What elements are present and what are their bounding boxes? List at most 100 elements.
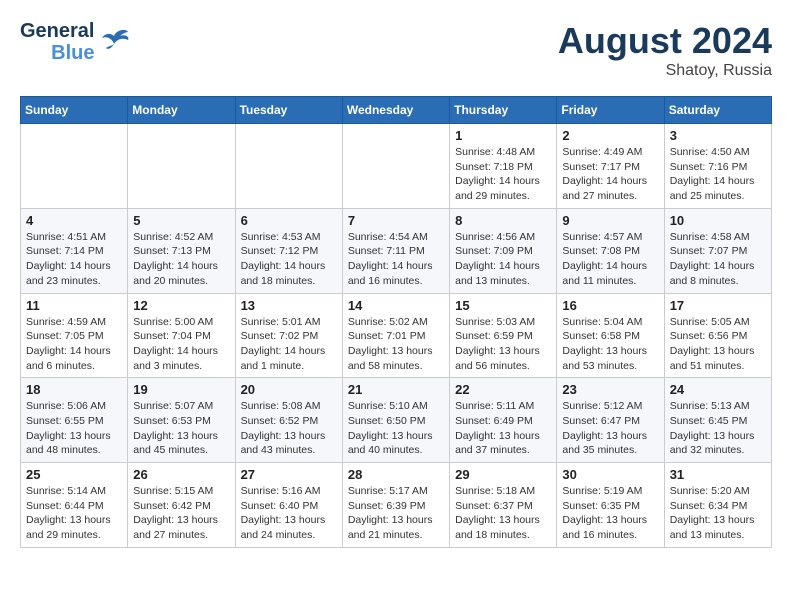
- day-number: 12: [133, 298, 229, 313]
- day-number: 27: [241, 467, 337, 482]
- day-number: 30: [562, 467, 658, 482]
- day-info: Sunrise: 5:10 AM Sunset: 6:50 PM Dayligh…: [348, 399, 444, 458]
- day-number: 6: [241, 213, 337, 228]
- calendar-cell: 9 Sunrise: 4:57 AM Sunset: 7:08 PM Daylig…: [557, 208, 664, 293]
- calendar-cell: 30Sunrise: 5:19 AM Sunset: 6:35 PM Dayli…: [557, 463, 664, 548]
- calendar-cell: 13 Sunrise: 5:01 AM Sunset: 7:02 PM Dayli…: [235, 293, 342, 378]
- day-info: Sunrise: 4:56 AM Sunset: 7:09 PM Dayligh…: [455, 230, 551, 289]
- calendar-cell: 20Sunrise: 5:08 AM Sunset: 6:52 PM Dayli…: [235, 378, 342, 463]
- day-info: Sunrise: 4:49 AM Sunset: 7:17 PM Dayligh…: [562, 145, 658, 204]
- calendar-cell: 6 Sunrise: 4:53 AM Sunset: 7:12 PM Daylig…: [235, 208, 342, 293]
- day-info: Sunrise: 4:51 AM Sunset: 7:14 PM Dayligh…: [26, 230, 122, 289]
- day-number: 24: [670, 382, 766, 397]
- day-number: 2: [562, 128, 658, 143]
- day-info: Sunrise: 5:14 AM Sunset: 6:44 PM Dayligh…: [26, 484, 122, 543]
- day-info: Sunrise: 5:12 AM Sunset: 6:47 PM Dayligh…: [562, 399, 658, 458]
- calendar-cell: 8 Sunrise: 4:56 AM Sunset: 7:09 PM Daylig…: [450, 208, 557, 293]
- day-number: 1: [455, 128, 551, 143]
- logo: General Blue: [20, 20, 130, 64]
- location-subtitle: Shatoy, Russia: [558, 62, 772, 80]
- calendar-cell: [235, 124, 342, 209]
- day-number: 15: [455, 298, 551, 313]
- calendar-cell: 1 Sunrise: 4:48 AM Sunset: 7:18 PM Daylig…: [450, 124, 557, 209]
- day-info: Sunrise: 5:13 AM Sunset: 6:45 PM Dayligh…: [670, 399, 766, 458]
- day-number: 21: [348, 382, 444, 397]
- day-info: Sunrise: 5:16 AM Sunset: 6:40 PM Dayligh…: [241, 484, 337, 543]
- calendar-cell: [128, 124, 235, 209]
- week-row-3: 11Sunrise: 4:59 AM Sunset: 7:05 PM Dayli…: [21, 293, 772, 378]
- calendar-cell: 10Sunrise: 4:58 AM Sunset: 7:07 PM Dayli…: [664, 208, 771, 293]
- calendar-cell: 4Sunrise: 4:51 AM Sunset: 7:14 PM Daylig…: [21, 208, 128, 293]
- page-header: General Blue August 2024 Shatoy, Russia: [20, 20, 772, 80]
- calendar-cell: 24 Sunrise: 5:13 AM Sunset: 6:45 PM Dayli…: [664, 378, 771, 463]
- week-row-2: 4Sunrise: 4:51 AM Sunset: 7:14 PM Daylig…: [21, 208, 772, 293]
- day-number: 26: [133, 467, 229, 482]
- day-number: 9: [562, 213, 658, 228]
- day-info: Sunrise: 4:53 AM Sunset: 7:12 PM Dayligh…: [241, 230, 337, 289]
- day-info: Sunrise: 4:48 AM Sunset: 7:18 PM Dayligh…: [455, 145, 551, 204]
- calendar-cell: 12 Sunrise: 5:00 AM Sunset: 7:04 PM Dayli…: [128, 293, 235, 378]
- day-info: Sunrise: 4:58 AM Sunset: 7:07 PM Dayligh…: [670, 230, 766, 289]
- calendar-cell: 14Sunrise: 5:02 AM Sunset: 7:01 PM Dayli…: [342, 293, 449, 378]
- calendar-table: SundayMondayTuesdayWednesdayThursdayFrid…: [20, 96, 772, 548]
- logo-line1: General: [20, 20, 94, 42]
- calendar-cell: 25 Sunrise: 5:14 AM Sunset: 6:44 PM Dayli…: [21, 463, 128, 548]
- calendar-cell: 31Sunrise: 5:20 AM Sunset: 6:34 PM Dayli…: [664, 463, 771, 548]
- calendar-cell: 23Sunrise: 5:12 AM Sunset: 6:47 PM Dayli…: [557, 378, 664, 463]
- calendar-cell: 2 Sunrise: 4:49 AM Sunset: 7:17 PM Daylig…: [557, 124, 664, 209]
- weekday-header-friday: Friday: [557, 97, 664, 124]
- day-number: 19: [133, 382, 229, 397]
- day-info: Sunrise: 5:17 AM Sunset: 6:39 PM Dayligh…: [348, 484, 444, 543]
- day-info: Sunrise: 5:04 AM Sunset: 6:58 PM Dayligh…: [562, 315, 658, 374]
- logo-bird-icon: [98, 28, 130, 56]
- weekday-header-sunday: Sunday: [21, 97, 128, 124]
- calendar-cell: 15 Sunrise: 5:03 AM Sunset: 6:59 PM Dayli…: [450, 293, 557, 378]
- day-info: Sunrise: 4:54 AM Sunset: 7:11 PM Dayligh…: [348, 230, 444, 289]
- calendar-cell: 18Sunrise: 5:06 AM Sunset: 6:55 PM Dayli…: [21, 378, 128, 463]
- calendar-cell: 5 Sunrise: 4:52 AM Sunset: 7:13 PM Daylig…: [128, 208, 235, 293]
- day-info: Sunrise: 5:18 AM Sunset: 6:37 PM Dayligh…: [455, 484, 551, 543]
- day-info: Sunrise: 5:11 AM Sunset: 6:49 PM Dayligh…: [455, 399, 551, 458]
- day-number: 8: [455, 213, 551, 228]
- week-row-1: 1 Sunrise: 4:48 AM Sunset: 7:18 PM Daylig…: [21, 124, 772, 209]
- weekday-header-saturday: Saturday: [664, 97, 771, 124]
- day-number: 3: [670, 128, 766, 143]
- day-number: 20: [241, 382, 337, 397]
- day-number: 5: [133, 213, 229, 228]
- weekday-header-wednesday: Wednesday: [342, 97, 449, 124]
- day-number: 7: [348, 213, 444, 228]
- calendar-cell: [21, 124, 128, 209]
- calendar-cell: [342, 124, 449, 209]
- calendar-cell: 29 Sunrise: 5:18 AM Sunset: 6:37 PM Dayli…: [450, 463, 557, 548]
- calendar-cell: 22 Sunrise: 5:11 AM Sunset: 6:49 PM Dayli…: [450, 378, 557, 463]
- weekday-header-monday: Monday: [128, 97, 235, 124]
- day-info: Sunrise: 4:57 AM Sunset: 7:08 PM Dayligh…: [562, 230, 658, 289]
- day-info: Sunrise: 5:03 AM Sunset: 6:59 PM Dayligh…: [455, 315, 551, 374]
- day-number: 22: [455, 382, 551, 397]
- title-area: August 2024 Shatoy, Russia: [558, 20, 772, 80]
- day-info: Sunrise: 4:59 AM Sunset: 7:05 PM Dayligh…: [26, 315, 122, 374]
- day-number: 16: [562, 298, 658, 313]
- day-info: Sunrise: 5:06 AM Sunset: 6:55 PM Dayligh…: [26, 399, 122, 458]
- calendar-cell: 3 Sunrise: 4:50 AM Sunset: 7:16 PM Daylig…: [664, 124, 771, 209]
- weekday-header-row: SundayMondayTuesdayWednesdayThursdayFrid…: [21, 97, 772, 124]
- day-number: 13: [241, 298, 337, 313]
- day-info: Sunrise: 5:00 AM Sunset: 7:04 PM Dayligh…: [133, 315, 229, 374]
- day-info: Sunrise: 5:01 AM Sunset: 7:02 PM Dayligh…: [241, 315, 337, 374]
- week-row-4: 18Sunrise: 5:06 AM Sunset: 6:55 PM Dayli…: [21, 378, 772, 463]
- calendar-cell: 27 Sunrise: 5:16 AM Sunset: 6:40 PM Dayli…: [235, 463, 342, 548]
- day-info: Sunrise: 5:15 AM Sunset: 6:42 PM Dayligh…: [133, 484, 229, 543]
- day-info: Sunrise: 4:52 AM Sunset: 7:13 PM Dayligh…: [133, 230, 229, 289]
- day-number: 29: [455, 467, 551, 482]
- weekday-header-tuesday: Tuesday: [235, 97, 342, 124]
- calendar-cell: 26 Sunrise: 5:15 AM Sunset: 6:42 PM Dayli…: [128, 463, 235, 548]
- day-number: 25: [26, 467, 122, 482]
- month-year-title: August 2024: [558, 20, 772, 62]
- day-info: Sunrise: 5:07 AM Sunset: 6:53 PM Dayligh…: [133, 399, 229, 458]
- calendar-cell: 19 Sunrise: 5:07 AM Sunset: 6:53 PM Dayli…: [128, 378, 235, 463]
- day-info: Sunrise: 4:50 AM Sunset: 7:16 PM Dayligh…: [670, 145, 766, 204]
- day-info: Sunrise: 5:05 AM Sunset: 6:56 PM Dayligh…: [670, 315, 766, 374]
- calendar-cell: 16 Sunrise: 5:04 AM Sunset: 6:58 PM Dayli…: [557, 293, 664, 378]
- week-row-5: 25 Sunrise: 5:14 AM Sunset: 6:44 PM Dayli…: [21, 463, 772, 548]
- day-number: 17: [670, 298, 766, 313]
